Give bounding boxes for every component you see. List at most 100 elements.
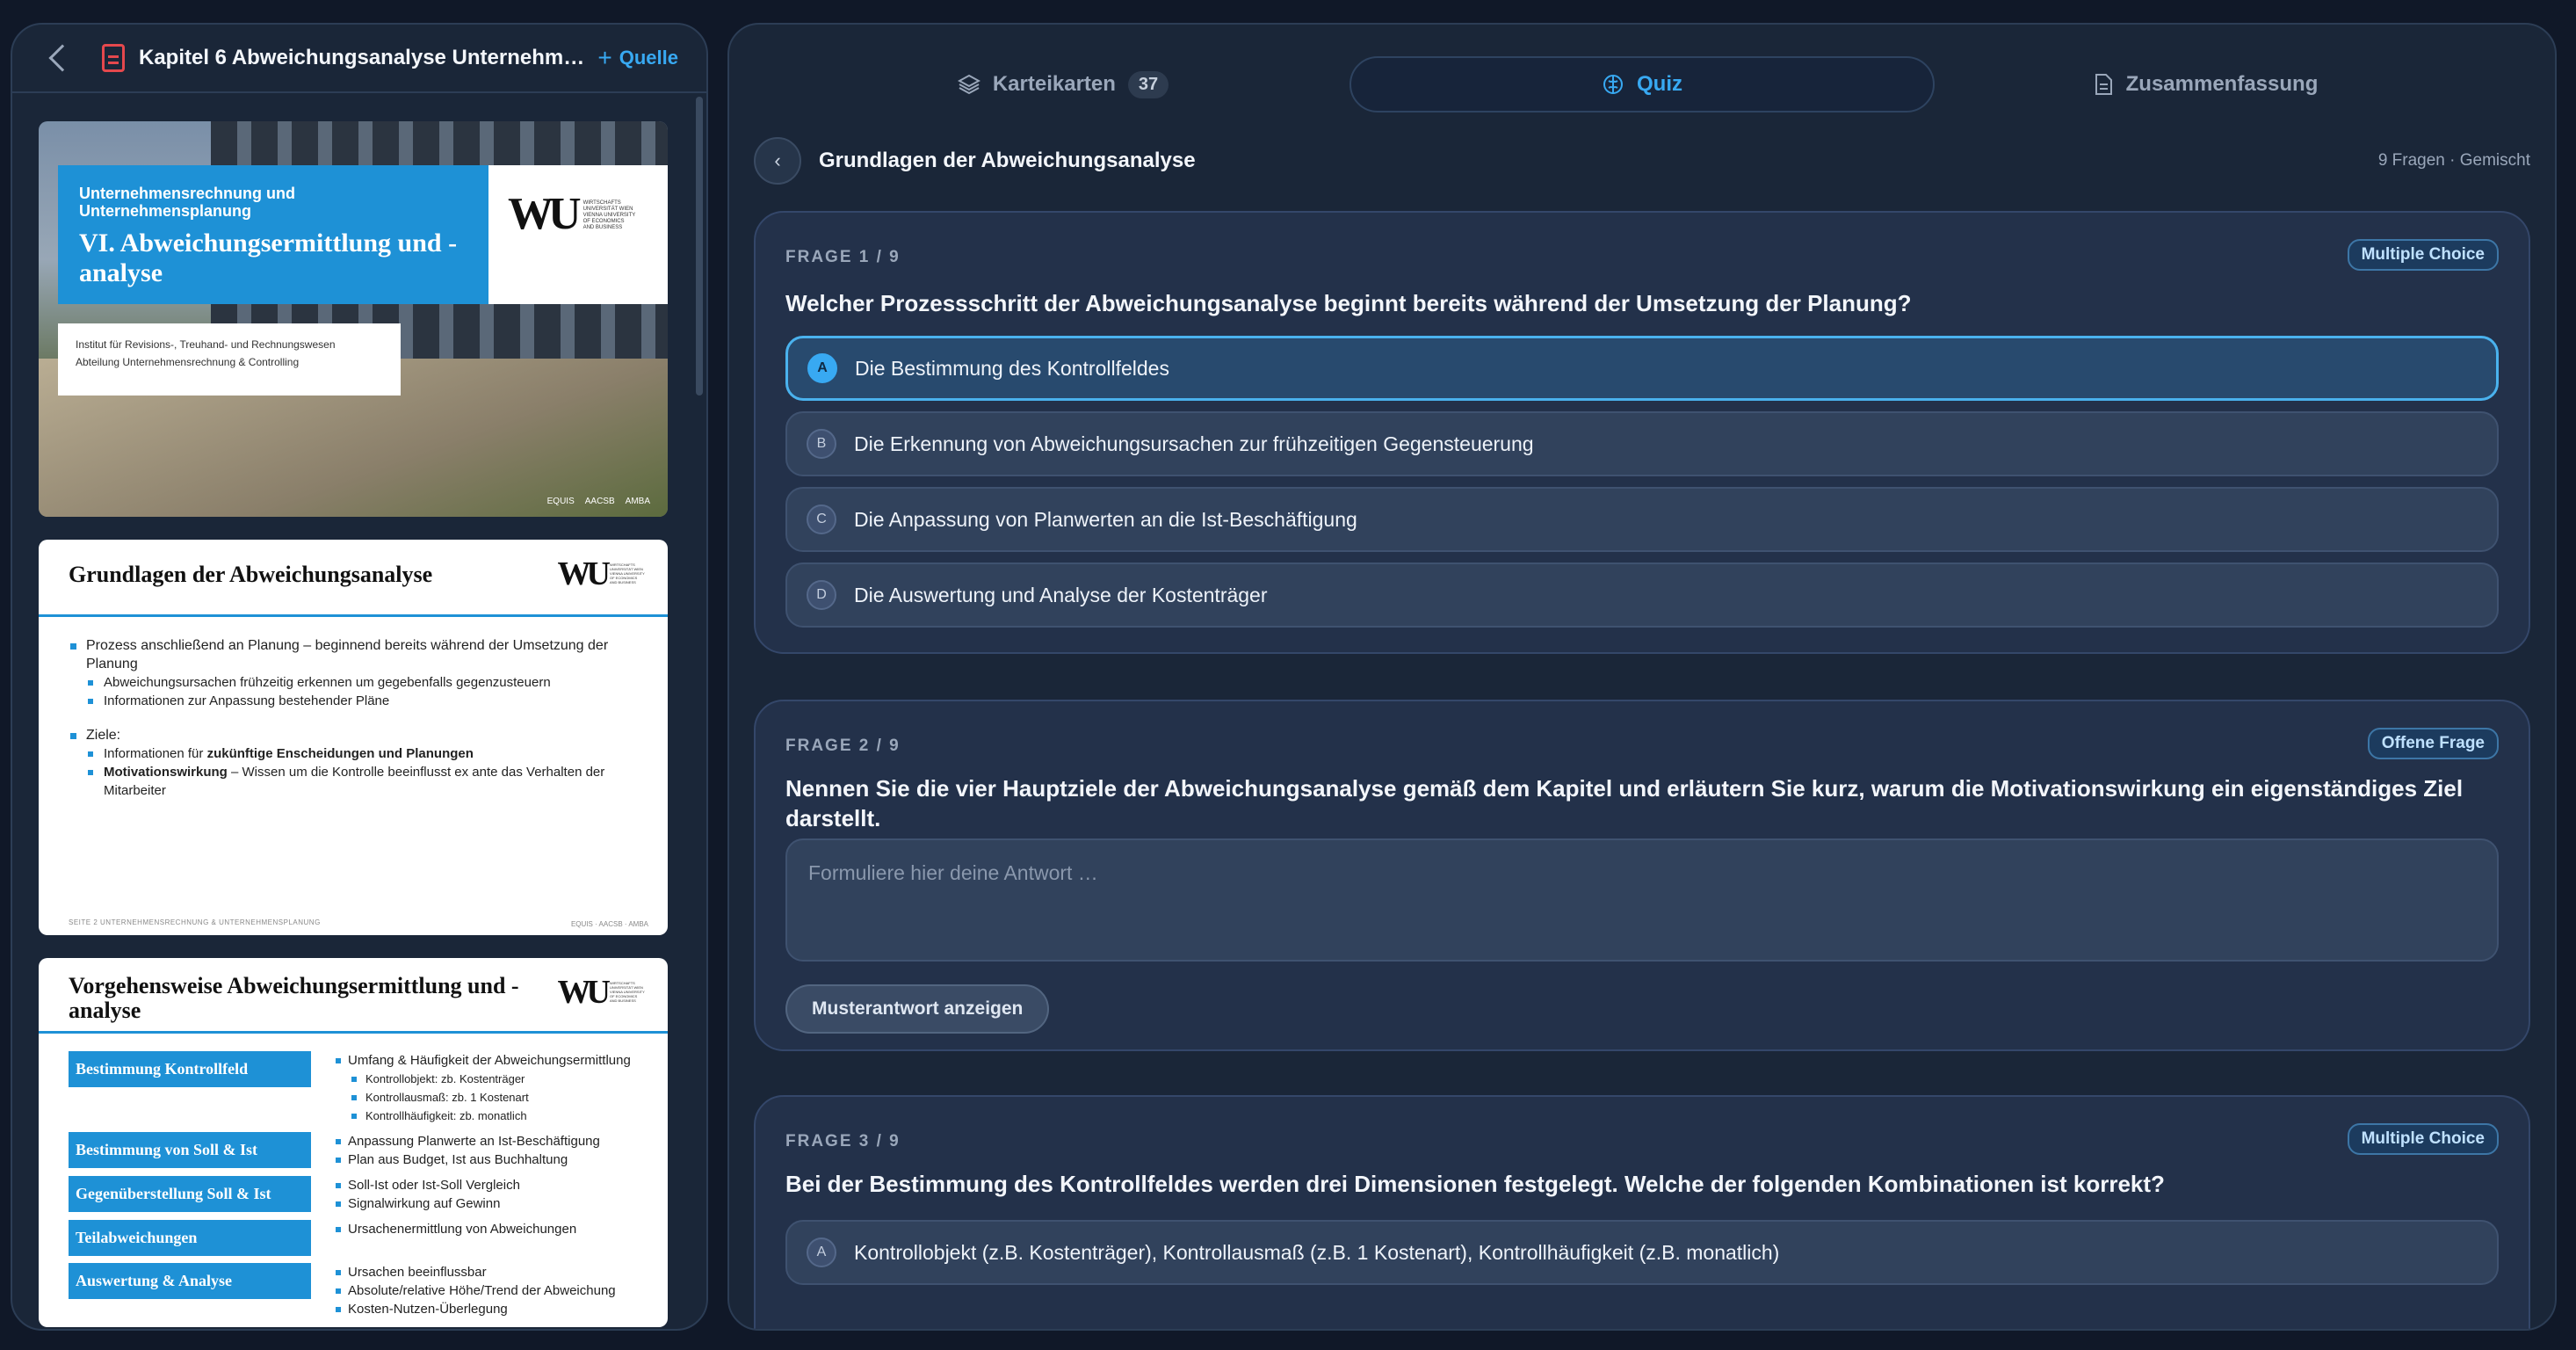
slide-title: Grundlagen der Abweichungsanalyse xyxy=(69,562,433,587)
back-chevron-icon[interactable] xyxy=(48,44,76,72)
answer-option-d[interactable]: D Die Auswertung und Analyse der Kostent… xyxy=(785,562,2499,628)
process-subpoint: Kontrollobjekt: zb. Kostenträger xyxy=(334,1070,631,1088)
question-type-badge: Offene Frage xyxy=(2367,728,2499,759)
wu-logo-mark: WU xyxy=(557,555,611,592)
tab-label: Quiz xyxy=(1637,72,1682,96)
process-label: Gegenüberstellung Soll & Ist xyxy=(69,1176,311,1212)
sub-bullet: Motivationswirkung – Wissen um die Kontr… xyxy=(69,763,641,800)
option-letter: A xyxy=(807,353,837,383)
process-row: Teilabweichungen Ursachenermittlung von … xyxy=(69,1220,648,1256)
process-point: Ursachen beeinflussbar xyxy=(334,1263,616,1281)
wu-logo-text: WIRTSCHAFTS UNIVERSITÄT WIEN VIENNA UNIV… xyxy=(582,200,636,230)
wu-logo: WU WIRTSCHAFTS UNIVERSITÄT WIEN VIENNA U… xyxy=(558,976,645,1009)
answer-option-c[interactable]: C Die Anpassung von Planwerten an die Is… xyxy=(785,487,2499,552)
slide-footer-badges: EQUIS · AACSB · AMBA xyxy=(570,920,648,928)
slide-bullets: Prozess anschließend an Planung – beginn… xyxy=(69,636,641,800)
wu-logo-text: WIRTSCHAFTS UNIVERSITÄT WIEN VIENNA UNIV… xyxy=(610,562,645,584)
slide-thumbnail-3[interactable]: Vorgehensweise Abweichungsermittlung und… xyxy=(39,958,668,1327)
option-letter: D xyxy=(807,580,836,610)
option-letter: A xyxy=(807,1238,836,1267)
process-row: Auswertung & Analyse Ursachen beeinfluss… xyxy=(69,1263,648,1318)
bullet: Prozess anschließend an Planung – beginn… xyxy=(69,636,641,673)
process-point: Soll-Ist oder Ist-Soll Vergleich xyxy=(334,1176,520,1194)
slide-thumbnail-1[interactable]: Unternehmensrechnung und Unternehmenspla… xyxy=(39,121,668,517)
study-panel: Karteikarten 37 Quiz Zusammenfassung ‹ G… xyxy=(727,23,2557,1331)
scrollbar[interactable] xyxy=(696,97,703,396)
slide-subtitle: Unternehmensrechnung und Unternehmenspla… xyxy=(79,185,296,220)
tab-label: Karteikarten xyxy=(992,72,1116,96)
option-text: Die Erkennung von Abweichungsursachen zu… xyxy=(854,432,1534,455)
process-point: Umfang & Häufigkeit der Abweichungsermit… xyxy=(334,1051,631,1070)
source-title: Kapitel 6 Abweichungsanalyse Unternehmen… xyxy=(139,46,596,69)
bullet-text: Informationen für xyxy=(104,746,207,761)
option-text: Die Auswertung und Analyse der Kostenträ… xyxy=(854,583,1268,606)
process-row: Bestimmung Kontrollfeld Umfang & Häufigk… xyxy=(69,1051,648,1125)
process-row: Bestimmung von Soll & Ist Anpassung Plan… xyxy=(69,1132,648,1169)
option-letter: B xyxy=(807,429,836,459)
question-text: Welcher Prozessschritt der Abweichungsan… xyxy=(785,290,1912,316)
tab-zusammenfassung[interactable]: Zusammenfassung xyxy=(2065,56,2346,112)
equis-badge: EQUIS xyxy=(546,497,575,506)
tab-bar: Karteikarten 37 Quiz Zusammenfassung xyxy=(729,25,2555,137)
sub-bullet: Informationen für zukünftige Enscheidung… xyxy=(69,744,641,763)
sub-bullet: Informationen zur Anpassung bestehender … xyxy=(69,692,641,710)
layers-icon xyxy=(957,74,980,95)
process-point: Plan aus Budget, Ist aus Buchhaltung xyxy=(334,1150,600,1169)
process-point: Ursachenermittlung von Abweichungen xyxy=(334,1220,576,1238)
question-number: FRAGE 3 / 9 xyxy=(785,1132,901,1150)
slide-title: VI. Abweichungsermittlung und -analyse xyxy=(79,229,458,287)
count-badge: 37 xyxy=(1127,70,1169,98)
question-card-3: FRAGE 3 / 9 Multiple Choice Bei der Best… xyxy=(754,1095,2530,1329)
bullet: Ziele: xyxy=(69,726,641,744)
plus-icon: + xyxy=(597,44,612,71)
process-point: Absolute/relative Höhe/Trend der Abweich… xyxy=(334,1281,616,1300)
question-text: Bei der Bestimmung des Kontrollfeldes we… xyxy=(785,1171,2165,1197)
wu-logo: WU WIRTSCHAFTS UNIVERSITÄT WIEN VIENNA U… xyxy=(488,165,668,304)
slide-title: Vorgehensweise Abweichungsermittlung und… xyxy=(69,973,519,1023)
wu-logo-mark: WU xyxy=(508,189,582,239)
process-label: Teilabweichungen xyxy=(69,1220,311,1256)
department-line: Abteilung Unternehmensrechnung & Control… xyxy=(76,356,300,368)
process-steps: Bestimmung Kontrollfeld Umfang & Häufigk… xyxy=(69,1051,648,1325)
tab-quiz[interactable]: Quiz xyxy=(1350,56,1935,112)
wu-logo-mark: WU xyxy=(557,974,611,1011)
title-band: Unternehmensrechnung und Unternehmenspla… xyxy=(58,165,488,304)
answer-option-b[interactable]: B Die Erkennung von Abweichungsursachen … xyxy=(785,411,2499,476)
answer-option-a[interactable]: A Kontrollobjekt (z.B. Kostenträger), Ko… xyxy=(785,1220,2499,1285)
process-label: Bestimmung von Soll & Ist xyxy=(69,1132,311,1168)
source-panel: Kapitel 6 Abweichungsanalyse Unternehmen… xyxy=(11,23,708,1331)
quiz-back-button[interactable]: ‹ xyxy=(754,137,801,185)
tab-karteikarten[interactable]: Karteikarten 37 xyxy=(923,56,1204,112)
process-label: Auswertung & Analyse xyxy=(69,1263,311,1299)
option-letter: C xyxy=(807,504,836,534)
answer-textarea[interactable]: Formuliere hier deine Antwort … xyxy=(785,838,2499,962)
question-type-badge: Multiple Choice xyxy=(2347,1123,2499,1155)
question-type-badge: Multiple Choice xyxy=(2347,239,2499,271)
aacsb-badge: AACSB xyxy=(584,497,615,506)
sub-bullet: Abweichungsursachen frühzeitig erkennen … xyxy=(69,673,641,692)
question-number: FRAGE 1 / 9 xyxy=(785,248,901,266)
quiz-title: Grundlagen der Abweichungsanalyse xyxy=(819,149,1196,172)
process-subpoint: Kontrollhäufigkeit: zb. monatlich xyxy=(334,1107,631,1125)
bullet-bold-text: zukünftige Enscheidungen und Planungen xyxy=(206,746,474,761)
bullet-bold-text: Motivationswirkung xyxy=(104,765,228,780)
process-point: Kosten-Nutzen-Überlegung xyxy=(334,1300,616,1318)
process-subpoint: Kontrollausmaß: zb. 1 Kostenart xyxy=(334,1088,631,1107)
institute-line: Institut für Revisions-, Treuhand- und R… xyxy=(76,338,336,351)
show-sample-answer-button[interactable]: Musterantwort anzeigen xyxy=(785,984,1050,1034)
tab-label: Zusammenfassung xyxy=(2125,72,2319,96)
quiz-header: ‹ Grundlagen der Abweichungsanalyse 9 Fr… xyxy=(754,137,2530,185)
option-text: Die Bestimmung des Kontrollfeldes xyxy=(855,356,1169,380)
option-text: Die Anpassung von Planwerten an die Ist-… xyxy=(854,507,1357,531)
answer-option-a[interactable]: A Die Bestimmung des Kontrollfeldes xyxy=(785,336,2499,401)
source-header: Kapitel 6 Abweichungsanalyse Unternehmen… xyxy=(12,25,706,93)
question-number: FRAGE 2 / 9 xyxy=(785,737,901,755)
slide-thumbnail-2[interactable]: Grundlagen der Abweichungsanalyse WU WIR… xyxy=(39,540,668,935)
add-source-button[interactable]: + Quelle xyxy=(597,44,678,72)
slide-header: Vorgehensweise Abweichungsermittlung und… xyxy=(39,958,668,1034)
process-label: Bestimmung Kontrollfeld xyxy=(69,1051,311,1087)
process-point: Anpassung Planwerte an Ist-Beschäftigung xyxy=(334,1132,600,1150)
add-source-label: Quelle xyxy=(619,47,678,69)
slide-footer: SEITE 2 UNTERNEHMENSRECHNUNG & UNTERNEHM… xyxy=(69,918,321,926)
brain-icon xyxy=(1603,75,1623,94)
